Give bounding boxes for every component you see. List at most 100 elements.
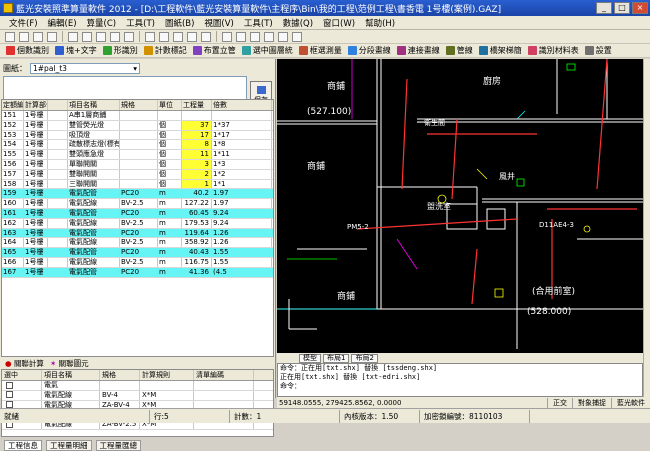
- paste-icon[interactable]: [96, 31, 106, 42]
- toolbar-button[interactable]: 塊+文字: [52, 45, 100, 56]
- cad-label: 風井: [499, 171, 515, 181]
- menu-item[interactable]: 文件(F): [4, 17, 43, 29]
- related-row[interactable]: 電氣: [2, 381, 273, 391]
- osnap-toggle[interactable]: 對象捕捉: [572, 397, 611, 408]
- table-cell: 157: [2, 169, 24, 179]
- brand-toggle[interactable]: 藍光軟件: [611, 397, 650, 408]
- table-row[interactable]: 161 1号樓 電氣配管 PC20 m 60.45 9.24: [2, 208, 273, 219]
- table-row[interactable]: 157 1号樓 雙聯開關 個 2 1*2: [2, 169, 273, 180]
- toolbar-button[interactable]: 分段畫線: [345, 45, 394, 56]
- close-button[interactable]: ×: [632, 2, 648, 14]
- toolbar-button[interactable]: 設置: [582, 45, 615, 56]
- toolbar-button[interactable]: 管線: [443, 45, 476, 56]
- settings-icon[interactable]: [278, 31, 288, 42]
- toolbar-button[interactable]: 識別材料表: [525, 45, 582, 56]
- new-file-icon[interactable]: [5, 31, 15, 42]
- toolbar-button[interactable]: 計數標記: [141, 45, 190, 56]
- table-row[interactable]: 156 1号樓 單聯開關 個 3 1*3: [2, 159, 273, 170]
- table-row[interactable]: 164 1号樓 電氣配線 BV-2.5 m 358.92 1.26: [2, 238, 273, 249]
- toolbar-separator: [216, 31, 217, 42]
- table-row[interactable]: 163 1号樓 電氣配管 PC20 m 119.64 1.26: [2, 228, 273, 239]
- table-cell: m: [158, 199, 182, 208]
- layout-tab[interactable]: 模型: [299, 353, 321, 363]
- table-row[interactable]: 159 1号樓 電氣配管 PC20 m 40.2 1.97: [2, 189, 273, 200]
- refresh-icon[interactable]: [250, 31, 260, 42]
- table-row[interactable]: 158 1号樓 三聯開關 個 1 1*1: [2, 179, 273, 190]
- toolbar-button[interactable]: 橋架梯簡: [476, 45, 525, 56]
- table-row[interactable]: 155 1号樓 雙頭應急燈 個 11 1*11: [2, 150, 273, 160]
- properties-icon[interactable]: [264, 31, 274, 42]
- table-row[interactable]: 167 1号樓 電氣配管 PC20 m 41.36 (4.5: [2, 267, 273, 278]
- command-window[interactable]: 命令：正在用[txt.shx] 替換 [tssdeng.shx] 正在用[txt.…: [277, 363, 643, 397]
- status-lock: 加密鎖編號：8110103: [420, 409, 530, 423]
- toolbar-button[interactable]: 布置立管: [190, 45, 239, 56]
- toolbar-button[interactable]: 框選測量: [296, 45, 345, 56]
- open-icon[interactable]: [19, 31, 29, 42]
- table-cell: [48, 257, 68, 267]
- menu-item[interactable]: 幫助(H): [360, 17, 400, 29]
- layer-icon[interactable]: [187, 31, 197, 42]
- tab-related-shape[interactable]: ✶ 關聯圖元: [50, 358, 89, 369]
- status-kernel: 內核版本：1.50: [340, 409, 420, 423]
- table-cell: 159: [2, 189, 24, 199]
- print-icon[interactable]: [47, 31, 57, 42]
- measure-icon[interactable]: [236, 31, 246, 42]
- table-cell: 1号樓: [24, 150, 48, 159]
- bottom-tab[interactable]: 工程信息: [4, 439, 42, 451]
- table-row[interactable]: 153 1号樓 吸頂燈 個 17 1*17: [2, 130, 273, 141]
- menu-item[interactable]: 窗口(W): [318, 17, 360, 29]
- table-row[interactable]: 162 1号樓 電氣配線 BV-2.5 m 179.53 9.24: [2, 218, 273, 229]
- toolbar-button[interactable]: 個數識別: [3, 45, 52, 56]
- menu-item[interactable]: 工具(T): [121, 17, 160, 29]
- save-icon[interactable]: [33, 31, 43, 42]
- zoom-out-icon[interactable]: [159, 31, 169, 42]
- table-row[interactable]: 166 1号樓 電氣配線 BV-2.5 m 116.75 1.55: [2, 257, 273, 268]
- select-icon[interactable]: [222, 31, 232, 42]
- related-row[interactable]: 電氣配線 BV-4 X*M: [2, 390, 273, 401]
- layout-tab[interactable]: 布局1: [323, 353, 350, 363]
- menu-item[interactable]: 編輯(E): [43, 17, 82, 29]
- table-cell: 1号樓: [24, 111, 48, 120]
- bottom-tab[interactable]: 工程量明細: [46, 439, 92, 451]
- pan-icon[interactable]: [173, 31, 183, 42]
- menu-item[interactable]: 工具(T): [239, 17, 278, 29]
- table-cell: 40.2: [182, 189, 212, 199]
- tab-related-calc[interactable]: ● 關聯計算: [5, 358, 44, 369]
- table-row[interactable]: 160 1号樓 電氣配線 BV-2.5 m 127.22 1.97: [2, 199, 273, 209]
- title-bar: 藍光安裝照準算量軟件 2012 - [D:\工程軟件\藍光安裝算量軟件\主程序\…: [0, 0, 650, 16]
- zoom-in-icon[interactable]: [145, 31, 155, 42]
- table-row[interactable]: 154 1号樓 疏散標志燈(標有 個 8 1*8: [2, 140, 273, 151]
- grid-icon[interactable]: [201, 31, 211, 42]
- help-icon[interactable]: [292, 31, 302, 42]
- layout-tab[interactable]: 布局2: [351, 353, 378, 363]
- cut-icon[interactable]: [68, 31, 78, 42]
- ortho-toggle[interactable]: 正交: [547, 397, 572, 408]
- table-cell: [48, 179, 68, 189]
- vertical-scrollbar[interactable]: [643, 59, 650, 397]
- table-cell: PC20: [120, 189, 158, 199]
- undo-icon[interactable]: [110, 31, 120, 42]
- table-row[interactable]: 165 1号樓 電氣配管 PC20 m 40.43 1.55: [2, 248, 273, 258]
- minimize-button[interactable]: _: [596, 2, 612, 14]
- copy-icon[interactable]: [82, 31, 92, 42]
- row-checkbox[interactable]: [6, 391, 13, 399]
- toolbar-button[interactable]: 選中圖層統: [239, 45, 296, 56]
- table-cell: 1.55: [212, 257, 272, 267]
- menu-item[interactable]: 圖紙(B): [160, 17, 199, 29]
- toolbar-button[interactable]: 形識別: [100, 45, 141, 56]
- tool-icon: [102, 46, 112, 55]
- bottom-tab[interactable]: 工程量匯總: [95, 439, 141, 451]
- maximize-button[interactable]: □: [614, 2, 630, 14]
- table-cell: 1*11: [212, 150, 272, 159]
- redo-icon[interactable]: [124, 31, 134, 42]
- table-cell: 1号樓: [24, 199, 48, 208]
- table-row[interactable]: 151 1号樓 A串1層商鋪: [2, 111, 273, 121]
- cad-viewport[interactable]: 商鋪 廚房 (527.100) 商鋪 商鋪 (528.000) (合用前室) D…: [277, 59, 643, 353]
- toolbar-button[interactable]: 連接畫線: [394, 45, 443, 56]
- menu-item[interactable]: 數據(Q): [278, 17, 318, 29]
- row-checkbox[interactable]: [6, 381, 13, 389]
- table-row[interactable]: 152 1号樓 雙管熒光燈 個 37 1*37: [2, 120, 273, 131]
- menu-item[interactable]: 算量(C): [82, 17, 122, 29]
- menu-item[interactable]: 視圖(V): [199, 17, 238, 29]
- drawing-select[interactable]: 1#pal_t3 ▾: [30, 62, 140, 74]
